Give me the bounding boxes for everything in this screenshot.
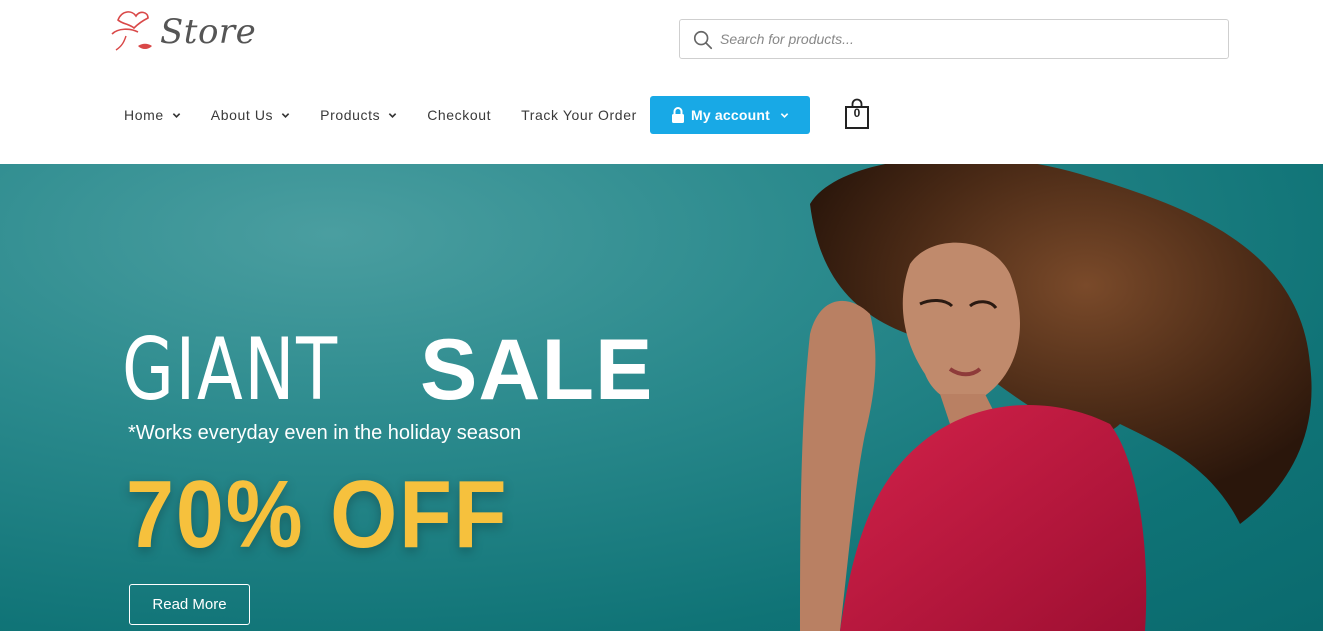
- nav-item-checkout[interactable]: Checkout: [427, 107, 491, 123]
- hat-lips-logo-icon: [111, 11, 152, 51]
- nav-item-track-your-order[interactable]: Track Your Order: [521, 107, 637, 123]
- chevron-down-icon: [388, 112, 397, 118]
- nav-item-label: Home: [124, 107, 164, 123]
- model-photo: [800, 164, 1312, 631]
- nav-item-products[interactable]: Products: [320, 107, 397, 123]
- hero-headline: GIANT SALE: [122, 320, 653, 420]
- promo-discount: 70% OFF: [126, 461, 509, 568]
- main-nav: Home About Us Products Checkout Track Yo…: [124, 96, 667, 134]
- logo-text: Store: [160, 12, 257, 52]
- my-account-button[interactable]: My account: [650, 96, 810, 134]
- nav-item-label: Checkout: [427, 107, 492, 123]
- hero-subline: *Works everyday even in the holiday seas…: [128, 422, 522, 444]
- nav-item-label: About Us: [210, 107, 274, 123]
- search-bar[interactable]: [679, 19, 1229, 59]
- search-icon: [693, 30, 713, 50]
- nav-item-label: Products: [320, 107, 381, 123]
- nav-item-label: Track Your Order: [521, 107, 637, 123]
- headline-bold: SALE: [420, 322, 654, 418]
- chevron-down-icon: [281, 112, 290, 118]
- nav-item-about-us[interactable]: About Us: [211, 107, 290, 123]
- nav-item-home[interactable]: Home: [124, 107, 181, 123]
- read-more-button[interactable]: Read More: [129, 584, 250, 625]
- chevron-down-icon: [172, 112, 180, 118]
- cart-count: 0: [853, 106, 861, 120]
- hero-banner: GIANT SALE *Works everyday even in the h…: [0, 164, 1323, 631]
- search-input[interactable]: [720, 20, 1220, 58]
- chevron-down-icon: [780, 112, 789, 118]
- site-header: Store Home About Us Products Checkout Tr…: [0, 0, 1323, 164]
- my-account-label: My account: [690, 107, 770, 123]
- site-logo[interactable]: Store: [108, 6, 256, 62]
- headline-light: GIANT: [122, 320, 339, 420]
- cart-button[interactable]: 0: [844, 98, 870, 130]
- lock-icon: [671, 107, 684, 123]
